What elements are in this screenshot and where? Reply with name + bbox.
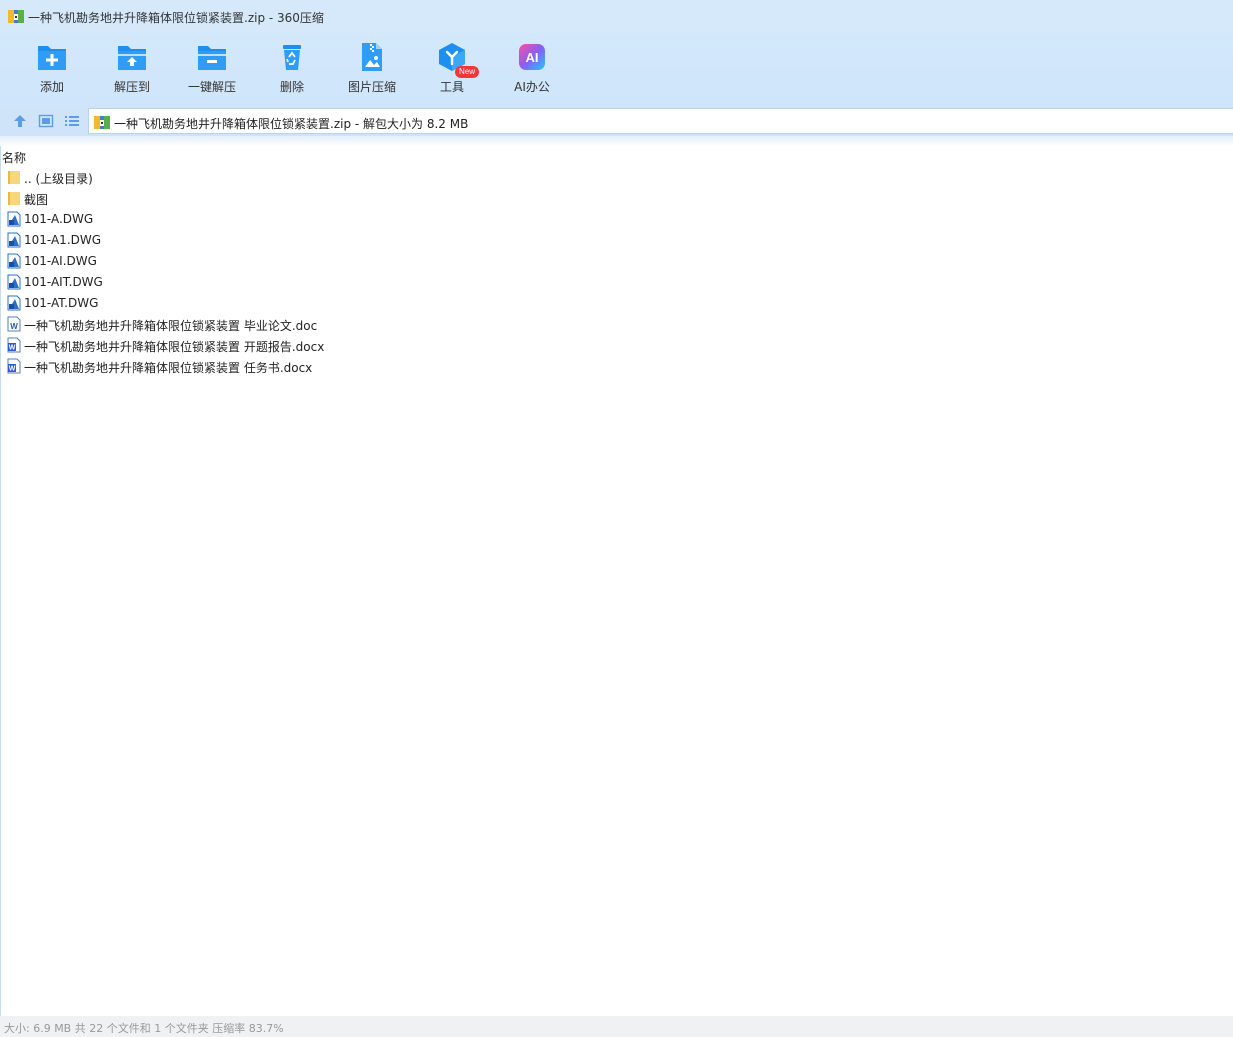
dwg-file-icon <box>7 295 21 311</box>
list-item[interactable]: 101-A.DWG <box>5 209 605 230</box>
dwg-file-icon <box>7 232 21 248</box>
one-click-extract-button[interactable]: 一键解压 <box>172 39 252 99</box>
file-name: 101-AIT.DWG <box>24 275 103 289</box>
list-view-icon[interactable] <box>64 113 80 129</box>
file-name: 101-AT.DWG <box>24 296 99 310</box>
svg-text:W: W <box>9 366 16 373</box>
address-bar: 一种飞机勘务地井升降箱体限位锁紧装置.zip - 解包大小为 8.2 MB <box>0 106 1233 136</box>
delete-label: 删除 <box>279 80 304 94</box>
folder-icon <box>8 192 20 205</box>
list-item[interactable]: W 一种飞机勘务地井升降箱体限位锁紧装置 开题报告.docx <box>5 335 605 356</box>
archive-icon <box>8 10 24 23</box>
column-header-name[interactable]: 名称 <box>2 149 26 166</box>
list-item[interactable]: 101-AIT.DWG <box>5 272 605 293</box>
add-label: 添加 <box>39 80 64 94</box>
file-name: 101-A1.DWG <box>24 233 102 247</box>
one-click-extract-icon <box>198 46 226 70</box>
list-item[interactable]: 截图 <box>5 188 605 209</box>
ai-office-button[interactable]: AI AI办公 <box>492 39 572 99</box>
list-item[interactable]: W 一种飞机勘务地井升降箱体限位锁紧装置 毕业论文.doc <box>5 314 605 335</box>
divider <box>0 136 1233 146</box>
svg-text:AI: AI <box>526 50 539 65</box>
image-compress-button[interactable]: 图片压缩 <box>332 39 412 99</box>
recycle-bin-icon <box>283 45 301 70</box>
file-name: 截图 <box>24 193 49 207</box>
list-item[interactable]: W 一种飞机勘务地井升降箱体限位锁紧装置 任务书.docx <box>5 356 605 377</box>
image-compress-label: 图片压缩 <box>347 80 396 94</box>
up-arrow-icon[interactable] <box>12 113 28 129</box>
toolbar: 添加 解压到 一键解压 删除 图片压缩 工具 AI AI办公 New <box>0 34 1233 106</box>
ai-office-icon: AI <box>519 44 545 70</box>
thumbnail-view-icon[interactable] <box>38 113 54 129</box>
archive-icon <box>94 116 110 129</box>
title-bar: 一种飞机勘务地井升降箱体限位锁紧装置.zip - 360压缩 <box>0 0 1233 34</box>
extract-to-label: 解压到 <box>113 80 150 94</box>
status-bar: 大小: 6.9 MB 共 22 个文件和 1 个文件夹 压缩率 83.7% <box>0 1016 1233 1037</box>
list-item[interactable]: 101-A1.DWG <box>5 230 605 251</box>
file-name: 一种飞机勘务地井升降箱体限位锁紧装置 毕业论文.doc <box>24 319 318 333</box>
file-name: 一种飞机勘务地井升降箱体限位锁紧装置 开题报告.docx <box>24 340 325 354</box>
file-name: .. (上级目录) <box>24 172 93 186</box>
image-compress-icon <box>362 43 382 71</box>
add-button[interactable]: 添加 <box>12 39 92 99</box>
window-title: 一种飞机勘务地井升降箱体限位锁紧装置.zip - 360压缩 <box>28 11 324 25</box>
list-item[interactable]: 101-AT.DWG <box>5 293 605 314</box>
extract-to-folder-icon <box>118 46 146 70</box>
word-doc-icon: W <box>7 316 21 332</box>
word-docx-icon: W <box>7 358 21 374</box>
file-name: 101-A.DWG <box>24 212 94 226</box>
svg-text:W: W <box>10 322 18 331</box>
address-path: 一种飞机勘务地井升降箱体限位锁紧装置.zip - 解包大小为 8.2 MB <box>114 117 469 131</box>
delete-button[interactable]: 删除 <box>252 39 332 99</box>
list-item-parent-dir[interactable]: .. (上级目录) <box>5 167 605 188</box>
tools-label: 工具 <box>439 80 464 94</box>
dwg-file-icon <box>7 211 21 227</box>
svg-text:W: W <box>9 345 16 352</box>
dwg-file-icon <box>7 274 21 290</box>
one-click-extract-label: 一键解压 <box>187 80 236 94</box>
address-field[interactable]: 一种飞机勘务地井升降箱体限位锁紧装置.zip - 解包大小为 8.2 MB <box>88 108 1233 134</box>
word-docx-icon: W <box>7 337 21 353</box>
tools-button[interactable]: 工具 <box>412 39 492 99</box>
file-name: 101-AI.DWG <box>24 254 97 268</box>
status-text: 大小: 6.9 MB 共 22 个文件和 1 个文件夹 压缩率 83.7% <box>4 1022 284 1035</box>
folder-icon <box>8 171 20 184</box>
ai-office-label: AI办公 <box>514 80 550 94</box>
file-name: 一种飞机勘务地井升降箱体限位锁紧装置 任务书.docx <box>24 361 313 375</box>
file-list: 名称 .. (上级目录) 截图 101-A.DWG 101-A1.DWG 101… <box>0 146 1233 1016</box>
add-folder-icon <box>38 46 66 70</box>
dwg-file-icon <box>7 253 21 269</box>
extract-to-button[interactable]: 解压到 <box>92 39 172 99</box>
new-badge: New <box>455 66 480 78</box>
list-item[interactable]: 101-AI.DWG <box>5 251 605 272</box>
